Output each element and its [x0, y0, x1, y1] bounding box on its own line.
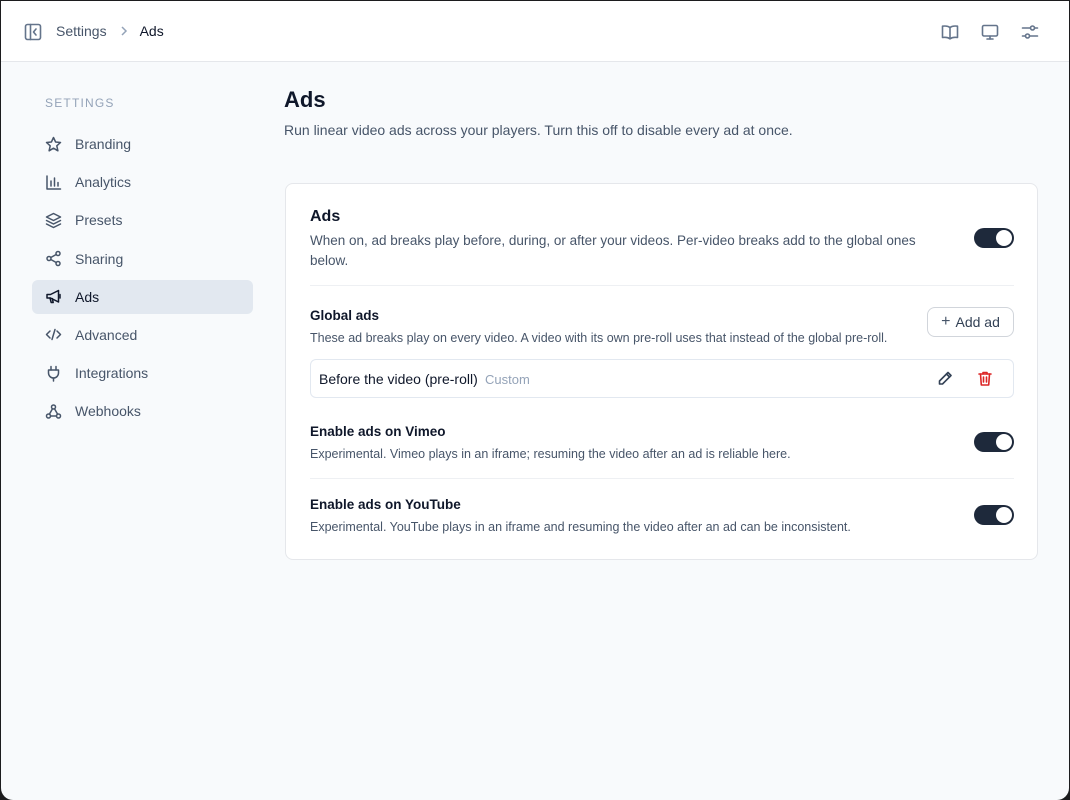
sidebar-item-label: Ads — [75, 288, 100, 305]
ads-master-toggle[interactable] — [974, 228, 1014, 248]
sidebar-item-branding[interactable]: Branding — [32, 127, 253, 161]
sidebar-item-ads[interactable]: Ads — [32, 279, 253, 314]
sidebar-item-webhooks[interactable]: Webhooks — [32, 394, 253, 428]
section-divider — [310, 478, 1014, 479]
sidebar-item-sharing[interactable]: Sharing — [32, 242, 253, 276]
app-window: Settings Ads SETTINGS Branding Analytics — [1, 1, 1069, 800]
chevron-right-icon — [119, 24, 129, 38]
add-ad-button[interactable]: + Add ad — [927, 307, 1014, 337]
youtube-ads-description: Experimental. YouTube plays in an iframe… — [310, 520, 851, 534]
sidebar-heading: SETTINGS — [45, 96, 115, 110]
sidebar-item-presets[interactable]: Presets — [32, 203, 253, 237]
pencil-icon[interactable] — [937, 370, 953, 387]
sidebar-item-label: Integrations — [75, 365, 149, 382]
youtube-ads-section: Enable ads on YouTube Experimental. YouT… — [310, 497, 1014, 534]
global-ads-section: Global ads These ad breaks play on every… — [310, 286, 1014, 356]
trash-icon[interactable] — [977, 370, 993, 387]
toggle-knob — [996, 230, 1012, 246]
code-icon — [45, 326, 62, 343]
vimeo-ads-description: Experimental. Vimeo plays in an iframe; … — [310, 447, 791, 461]
book-icon[interactable] — [940, 22, 960, 42]
add-ad-label: Add ad — [955, 314, 1000, 330]
sidebar-item-label: Webhooks — [75, 403, 141, 420]
ads-settings-card: Ads When on, ad breaks play before, duri… — [285, 183, 1038, 560]
sliders-icon[interactable] — [1020, 22, 1040, 42]
sidebar-item-analytics[interactable]: Analytics — [32, 165, 253, 199]
breadcrumb-current: Ads — [139, 23, 164, 39]
megaphone-icon — [45, 288, 62, 305]
toggle-knob — [996, 507, 1012, 523]
global-ads-description: These ad breaks play on every video. A v… — [310, 331, 888, 345]
monitor-icon[interactable] — [980, 22, 1000, 42]
vimeo-ads-section: Enable ads on Vimeo Experimental. Vimeo … — [310, 424, 1014, 461]
sidebar-item-label: Analytics — [75, 174, 132, 191]
plus-icon: + — [941, 313, 951, 330]
page-description: Run linear video ads across your players… — [284, 122, 793, 138]
breadcrumb-settings-link[interactable]: Settings — [56, 23, 107, 39]
sidebar-item-label: Advanced — [75, 326, 138, 343]
vimeo-ads-title: Enable ads on Vimeo — [310, 424, 446, 439]
ad-tag: Custom — [485, 372, 530, 387]
ads-master-section: Ads When on, ad breaks play before, duri… — [310, 208, 1014, 271]
sidebar-item-label: Branding — [75, 136, 132, 152]
youtube-ads-toggle[interactable] — [974, 505, 1014, 525]
sidebar-item-integrations[interactable]: Integrations — [32, 356, 253, 390]
webhook-icon — [45, 403, 62, 420]
settings-sidebar: SETTINGS Branding Analytics Presets Shar… — [32, 96, 253, 433]
main-content: Ads Run linear video ads across your pla… — [284, 87, 1038, 560]
ad-list-item[interactable]: Before the video (pre-roll) Custom — [310, 359, 1014, 398]
share-icon — [45, 250, 62, 267]
sidebar-item-label: Sharing — [75, 250, 124, 267]
toggle-knob — [996, 434, 1012, 450]
star-icon — [45, 136, 62, 153]
global-ads-title: Global ads — [310, 308, 380, 323]
layers-icon — [45, 212, 62, 229]
breadcrumb: Settings Ads — [56, 23, 164, 39]
sidebar-item-advanced[interactable]: Advanced — [32, 318, 253, 352]
plug-icon — [45, 365, 62, 382]
bar-chart-icon — [45, 174, 62, 191]
sidebar-toggle-icon[interactable] — [23, 22, 43, 42]
youtube-ads-title: Enable ads on YouTube — [310, 497, 461, 512]
vimeo-ads-toggle[interactable] — [974, 432, 1014, 452]
page-title: Ads — [284, 87, 326, 112]
ads-section-title: Ads — [310, 208, 341, 225]
ads-section-description: When on, ad breaks play before, during, … — [310, 233, 916, 268]
ad-name: Before the video (pre-roll) — [319, 371, 478, 387]
sidebar-item-label: Presets — [75, 212, 123, 229]
top-bar: Settings Ads — [1, 1, 1069, 62]
